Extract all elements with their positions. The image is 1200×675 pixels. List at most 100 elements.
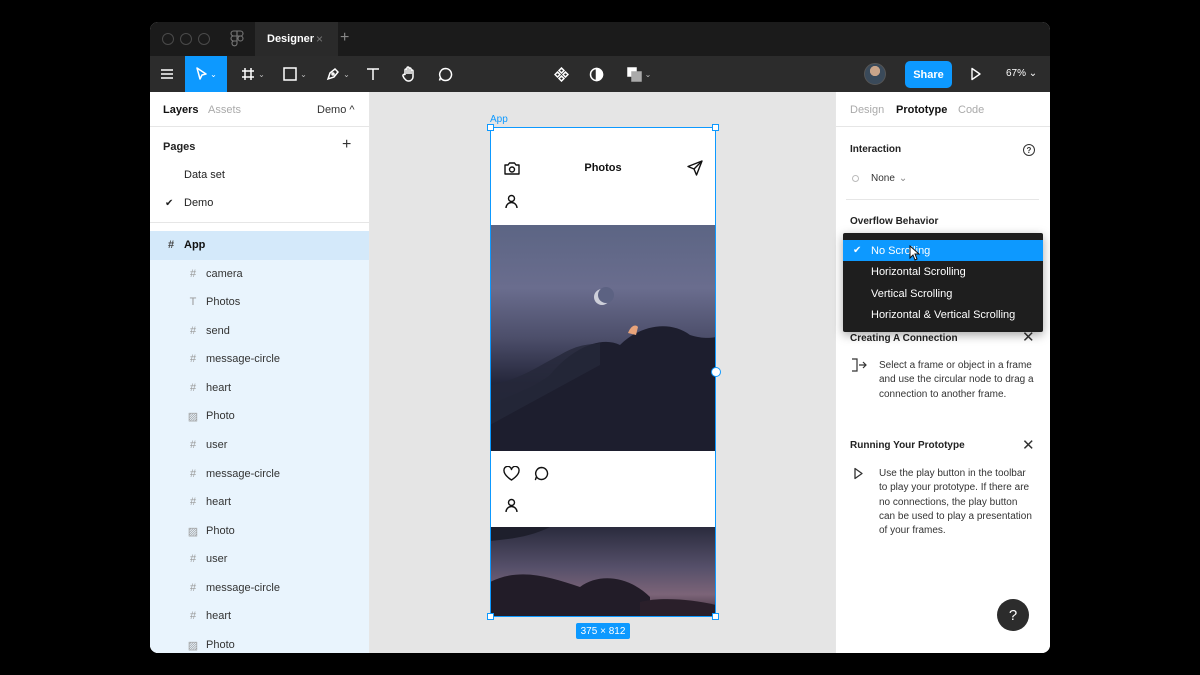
close-icon[interactable]: ✕ bbox=[1022, 436, 1035, 454]
layer-row[interactable]: # message-circle bbox=[150, 574, 369, 602]
move-tool-button[interactable]: ⌄ bbox=[185, 56, 227, 92]
help-icon[interactable]: ? bbox=[1023, 144, 1035, 156]
option-label: No Scrolling bbox=[871, 244, 931, 257]
connection-icon bbox=[852, 358, 867, 372]
layer-row[interactable]: # user bbox=[150, 545, 369, 573]
pen-icon bbox=[326, 67, 340, 81]
layer-row[interactable]: # App bbox=[150, 231, 369, 259]
page-selector[interactable]: Demo ^ bbox=[317, 104, 355, 116]
layer-row[interactable]: # message-circle bbox=[150, 345, 369, 373]
boolean-button[interactable]: ⌄ bbox=[624, 56, 654, 92]
send-icon[interactable] bbox=[687, 160, 703, 176]
layer-name: message-circle bbox=[206, 468, 280, 480]
photo[interactable] bbox=[490, 225, 716, 451]
layer-name: Photos bbox=[206, 296, 241, 308]
text-tool-button[interactable] bbox=[364, 56, 382, 92]
option-label: Vertical Scrolling bbox=[871, 287, 953, 300]
text-layer-icon: T bbox=[189, 296, 197, 308]
chevron-down-icon: ⌄ bbox=[210, 69, 217, 79]
frame-layer-icon: # bbox=[189, 268, 197, 280]
interaction-dropdown[interactable]: None ⌄ bbox=[852, 173, 907, 184]
component-icon bbox=[553, 66, 569, 82]
page-item-demo[interactable]: Demo bbox=[184, 197, 213, 209]
layer-row[interactable]: # heart bbox=[150, 602, 369, 630]
design-canvas[interactable]: App Photos 375 × 812 bbox=[370, 92, 835, 653]
layer-row[interactable]: # heart bbox=[150, 488, 369, 516]
resize-handle[interactable] bbox=[712, 613, 719, 620]
overflow-option-horizontal-vertical[interactable]: Horizontal & Vertical Scrolling bbox=[843, 304, 1043, 325]
zoom-level-dropdown[interactable]: 67% ⌄ bbox=[1006, 68, 1037, 79]
divider bbox=[150, 222, 369, 223]
help-button[interactable]: ? bbox=[997, 599, 1029, 631]
layer-row[interactable]: # message-circle bbox=[150, 460, 369, 488]
close-window-button[interactable] bbox=[162, 33, 174, 45]
interaction-value: None bbox=[871, 173, 895, 184]
figma-logo-icon[interactable] bbox=[230, 30, 244, 48]
overflow-option-no-scrolling[interactable]: ✔ No Scrolling bbox=[843, 240, 1043, 261]
comment-tool-button[interactable] bbox=[436, 56, 454, 92]
components-button[interactable] bbox=[552, 56, 570, 92]
user-avatar[interactable] bbox=[864, 63, 886, 85]
contrast-icon bbox=[589, 67, 603, 81]
tab-design[interactable]: Design bbox=[850, 104, 884, 116]
user-icon[interactable] bbox=[505, 498, 518, 513]
divider bbox=[846, 199, 1039, 200]
zoom-level: 67% bbox=[1006, 68, 1027, 79]
page-item-data-set[interactable]: Data set bbox=[184, 169, 225, 181]
interaction-node-icon bbox=[852, 175, 859, 182]
tab-title: Designer bbox=[267, 33, 315, 45]
layer-row[interactable]: # send bbox=[150, 317, 369, 345]
sky-clouds-image bbox=[490, 527, 716, 617]
layer-row[interactable]: ▨ Photo bbox=[150, 517, 369, 545]
photo[interactable] bbox=[490, 527, 716, 617]
layer-row[interactable]: ▨ Photo bbox=[150, 631, 369, 653]
share-button[interactable]: Share bbox=[905, 61, 952, 88]
layer-row[interactable]: ▨ Photo bbox=[150, 402, 369, 430]
mask-button[interactable] bbox=[587, 56, 605, 92]
layer-name: user bbox=[206, 439, 228, 451]
pen-tool-button[interactable]: ⌄ bbox=[322, 56, 354, 92]
connection-node[interactable] bbox=[711, 367, 721, 377]
layer-row[interactable]: # user bbox=[150, 431, 369, 459]
frame-tool-button[interactable]: ⌄ bbox=[238, 56, 268, 92]
overflow-behavior-dropdown[interactable]: ✔ No Scrolling Horizontal Scrolling Vert… bbox=[843, 233, 1043, 332]
hand-tool-button[interactable] bbox=[400, 56, 418, 92]
resize-handle[interactable] bbox=[487, 124, 494, 131]
layer-name: Photo bbox=[206, 525, 235, 537]
resize-handle[interactable] bbox=[712, 124, 719, 131]
toolbar: ⌄ ⌄ ⌄ ⌄ ⌄ Share 67% ⌄ bbox=[150, 56, 1050, 92]
layer-row[interactable]: # camera bbox=[150, 260, 369, 288]
sky-clouds-image bbox=[490, 287, 716, 451]
frame-layer-icon: # bbox=[189, 325, 197, 337]
minimize-window-button[interactable] bbox=[180, 33, 192, 45]
tab-layers[interactable]: Layers bbox=[163, 104, 198, 116]
app-frame[interactable]: Photos bbox=[490, 127, 716, 617]
layer-row[interactable]: # heart bbox=[150, 374, 369, 402]
layer-row[interactable]: T Photos bbox=[150, 288, 369, 316]
overflow-option-vertical[interactable]: Vertical Scrolling bbox=[843, 283, 1043, 304]
message-circle-icon[interactable] bbox=[534, 466, 549, 481]
phone-title: Photos bbox=[584, 162, 622, 174]
main-menu-button[interactable] bbox=[158, 56, 176, 92]
overflow-option-horizontal[interactable]: Horizontal Scrolling bbox=[843, 261, 1043, 282]
frame-layer-icon: # bbox=[189, 496, 197, 508]
play-icon[interactable] bbox=[970, 67, 982, 81]
boolean-union-icon bbox=[626, 66, 642, 82]
add-page-button[interactable]: + bbox=[342, 136, 351, 154]
layer-name: send bbox=[206, 325, 230, 337]
left-panel-tabs: Layers Assets Demo ^ bbox=[150, 92, 369, 126]
tab-assets[interactable]: Assets bbox=[208, 104, 241, 116]
option-label: Horizontal Scrolling bbox=[871, 265, 966, 278]
shape-tool-button[interactable]: ⌄ bbox=[280, 56, 310, 92]
layer-name: Photo bbox=[206, 410, 235, 422]
resize-handle[interactable] bbox=[487, 613, 494, 620]
tab-code[interactable]: Code bbox=[958, 104, 984, 116]
divider bbox=[836, 126, 1050, 127]
user-icon[interactable] bbox=[505, 194, 518, 209]
heart-icon[interactable] bbox=[503, 466, 520, 481]
tab-prototype[interactable]: Prototype bbox=[896, 104, 947, 116]
close-tab-icon[interactable]: × bbox=[316, 32, 323, 46]
maximize-window-button[interactable] bbox=[198, 33, 210, 45]
new-tab-button[interactable]: + bbox=[340, 29, 349, 47]
tab-designer[interactable]: Designer bbox=[255, 22, 338, 56]
